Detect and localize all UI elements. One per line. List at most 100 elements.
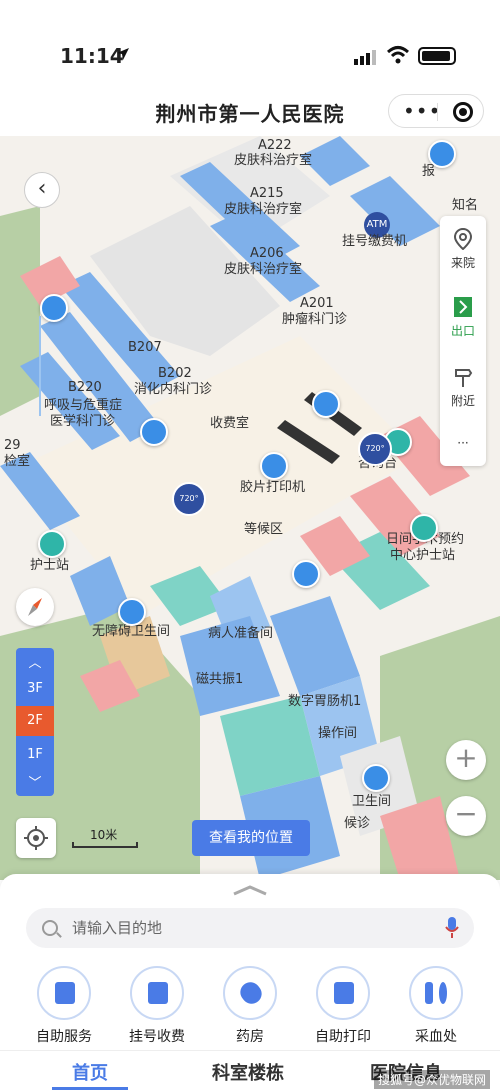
battery-icon xyxy=(418,47,456,65)
crosshair-icon xyxy=(24,826,48,850)
wifi-icon xyxy=(386,46,410,64)
room-code: 29 xyxy=(4,438,21,453)
chevron-left-icon: ‹ xyxy=(37,176,47,201)
room-name[interactable]: 收费室 xyxy=(210,416,249,432)
nearby-button[interactable]: 附近 xyxy=(440,366,486,409)
area-label: 候诊 xyxy=(344,816,371,831)
service-label: 自助打印 xyxy=(315,1029,371,1045)
poi-label[interactable]: 无障碍卫生间 xyxy=(92,624,170,640)
room-name[interactable]: 消化内科门诊 xyxy=(134,382,212,398)
status-time: 11:14 xyxy=(60,44,124,68)
back-button[interactable]: ‹ xyxy=(24,172,60,208)
exit-label: 出口 xyxy=(450,324,475,338)
service-self-print[interactable]: 自助打印 xyxy=(303,966,383,1046)
poi-label[interactable]: 卫生间 xyxy=(352,794,391,810)
stairs-icon[interactable] xyxy=(312,390,340,418)
information-icon[interactable] xyxy=(428,140,456,168)
toilet-icon[interactable] xyxy=(118,598,146,626)
locate-button[interactable] xyxy=(16,818,56,858)
poi-label[interactable]: 胶片打印机 xyxy=(240,480,305,496)
vr-720-icon[interactable]: 720° xyxy=(172,482,206,516)
compass-icon[interactable] xyxy=(16,588,54,626)
area-label: 等候区 xyxy=(244,522,284,537)
tab-active-indicator xyxy=(52,1087,128,1090)
poi-label[interactable]: 报 xyxy=(422,164,435,180)
registration-icon xyxy=(130,966,184,1020)
floor-3f[interactable]: 3F xyxy=(16,678,54,700)
tab-home[interactable]: 首页 xyxy=(72,1059,108,1085)
nurse-icon[interactable] xyxy=(38,530,66,558)
stairs-icon[interactable] xyxy=(40,294,68,322)
destination-search-input[interactable] xyxy=(72,914,412,942)
poi-label[interactable]: 护士站 xyxy=(30,558,69,574)
view-my-location-button[interactable]: 查看我的位置 xyxy=(192,820,310,856)
room-name[interactable]: 检室 xyxy=(4,454,30,470)
location-pin-icon xyxy=(453,228,473,250)
room-name[interactable]: 医学科门诊 xyxy=(50,414,115,430)
service-self-service[interactable]: 自助服务 xyxy=(24,966,104,1046)
room-name[interactable]: 磁共振1 xyxy=(196,672,243,688)
service-pharmacy[interactable]: 药房 xyxy=(210,966,290,1046)
room-code: B202 xyxy=(158,366,192,381)
printer-pin-icon[interactable] xyxy=(260,452,288,480)
nurse-icon[interactable] xyxy=(410,514,438,542)
floor-down-icon[interactable]: ﹀ xyxy=(16,772,54,791)
service-blood-draw[interactable]: 采血处 xyxy=(396,966,476,1046)
tab-departments[interactable]: 科室楼栋 xyxy=(212,1059,284,1085)
self-service-icon xyxy=(37,966,91,1020)
floor-2f[interactable]: 2F xyxy=(16,706,54,736)
microphone-icon[interactable] xyxy=(444,916,460,940)
information-icon[interactable] xyxy=(140,418,168,446)
room-code: A206 xyxy=(250,246,284,261)
room-code: A215 xyxy=(250,186,284,201)
scale-bar xyxy=(72,842,138,848)
room-name[interactable]: 皮肤科治疗室 xyxy=(224,262,302,278)
room-name[interactable]: 操作间 xyxy=(318,726,357,742)
arrive-button[interactable]: 来院 xyxy=(440,228,486,271)
elevator-icon[interactable] xyxy=(292,560,320,588)
bottom-sheet: 自助服务 挂号收费 药房 自助打印 采血处 首页 科室楼栋 医院信息 xyxy=(0,874,500,1092)
map-scale: 10米 xyxy=(72,828,142,848)
room-name[interactable]: 数字胃肠机1 xyxy=(288,694,361,710)
zoom-out-button[interactable]: − xyxy=(446,796,486,836)
map-side-panel: 来院 出口 附近 ··· xyxy=(440,216,486,466)
status-bar: 11:14 xyxy=(0,0,500,88)
service-registration[interactable]: 挂号收费 xyxy=(117,966,197,1046)
service-label: 自助服务 xyxy=(36,1029,92,1045)
watermark: 搜狐号@众优物联网 xyxy=(374,1070,491,1089)
sheet-handle-icon[interactable] xyxy=(232,884,268,896)
exit-button[interactable]: 出口 xyxy=(440,296,486,339)
floor-1f[interactable]: 1F xyxy=(16,744,54,766)
room-name[interactable]: 皮肤科治疗室 xyxy=(234,153,312,169)
toilet-icon[interactable] xyxy=(362,764,390,792)
more-menu-button[interactable]: ••• xyxy=(403,99,441,123)
signpost-icon xyxy=(455,369,473,387)
close-miniprogram-button[interactable] xyxy=(453,102,473,122)
room-name[interactable]: 皮肤科治疗室 xyxy=(224,202,302,218)
floor-up-icon[interactable]: ︿ xyxy=(16,652,54,671)
room-code: A201 xyxy=(300,296,334,311)
room-code: A222 xyxy=(258,138,292,153)
room-name[interactable]: 肿瘤科门诊 xyxy=(282,312,347,328)
more-tools-button[interactable]: ··· xyxy=(440,436,486,450)
search-icon xyxy=(42,920,58,936)
service-shortcuts: 自助服务 挂号收费 药房 自助打印 采血处 xyxy=(0,966,500,1046)
printer-icon xyxy=(316,966,370,1020)
service-label: 药房 xyxy=(236,1029,264,1045)
zoom-in-button[interactable]: + xyxy=(446,740,486,780)
indoor-map[interactable]: A222 皮肤科治疗室 A215 皮肤科治疗室 ATM 挂号缴费机 A206 皮… xyxy=(0,136,500,880)
exit-icon xyxy=(454,297,472,317)
poi-label[interactable]: 挂号缴费机 xyxy=(342,234,407,250)
service-label: 挂号收费 xyxy=(129,1029,185,1045)
search-bar xyxy=(26,908,474,948)
room-code[interactable]: B207 xyxy=(128,340,162,356)
vr-720-icon[interactable]: 720° xyxy=(358,432,392,466)
capsule-divider xyxy=(437,103,438,121)
room-name[interactable]: 呼吸与危重症 xyxy=(44,398,122,414)
blood-draw-icon xyxy=(409,966,463,1020)
room-name[interactable]: 病人准备间 xyxy=(208,626,273,642)
miniprogram-capsule: ••• xyxy=(388,94,484,128)
poi-label[interactable]: 中心护士站 xyxy=(390,548,455,564)
nearby-label: 附近 xyxy=(450,394,475,408)
pharmacy-icon xyxy=(223,966,277,1020)
